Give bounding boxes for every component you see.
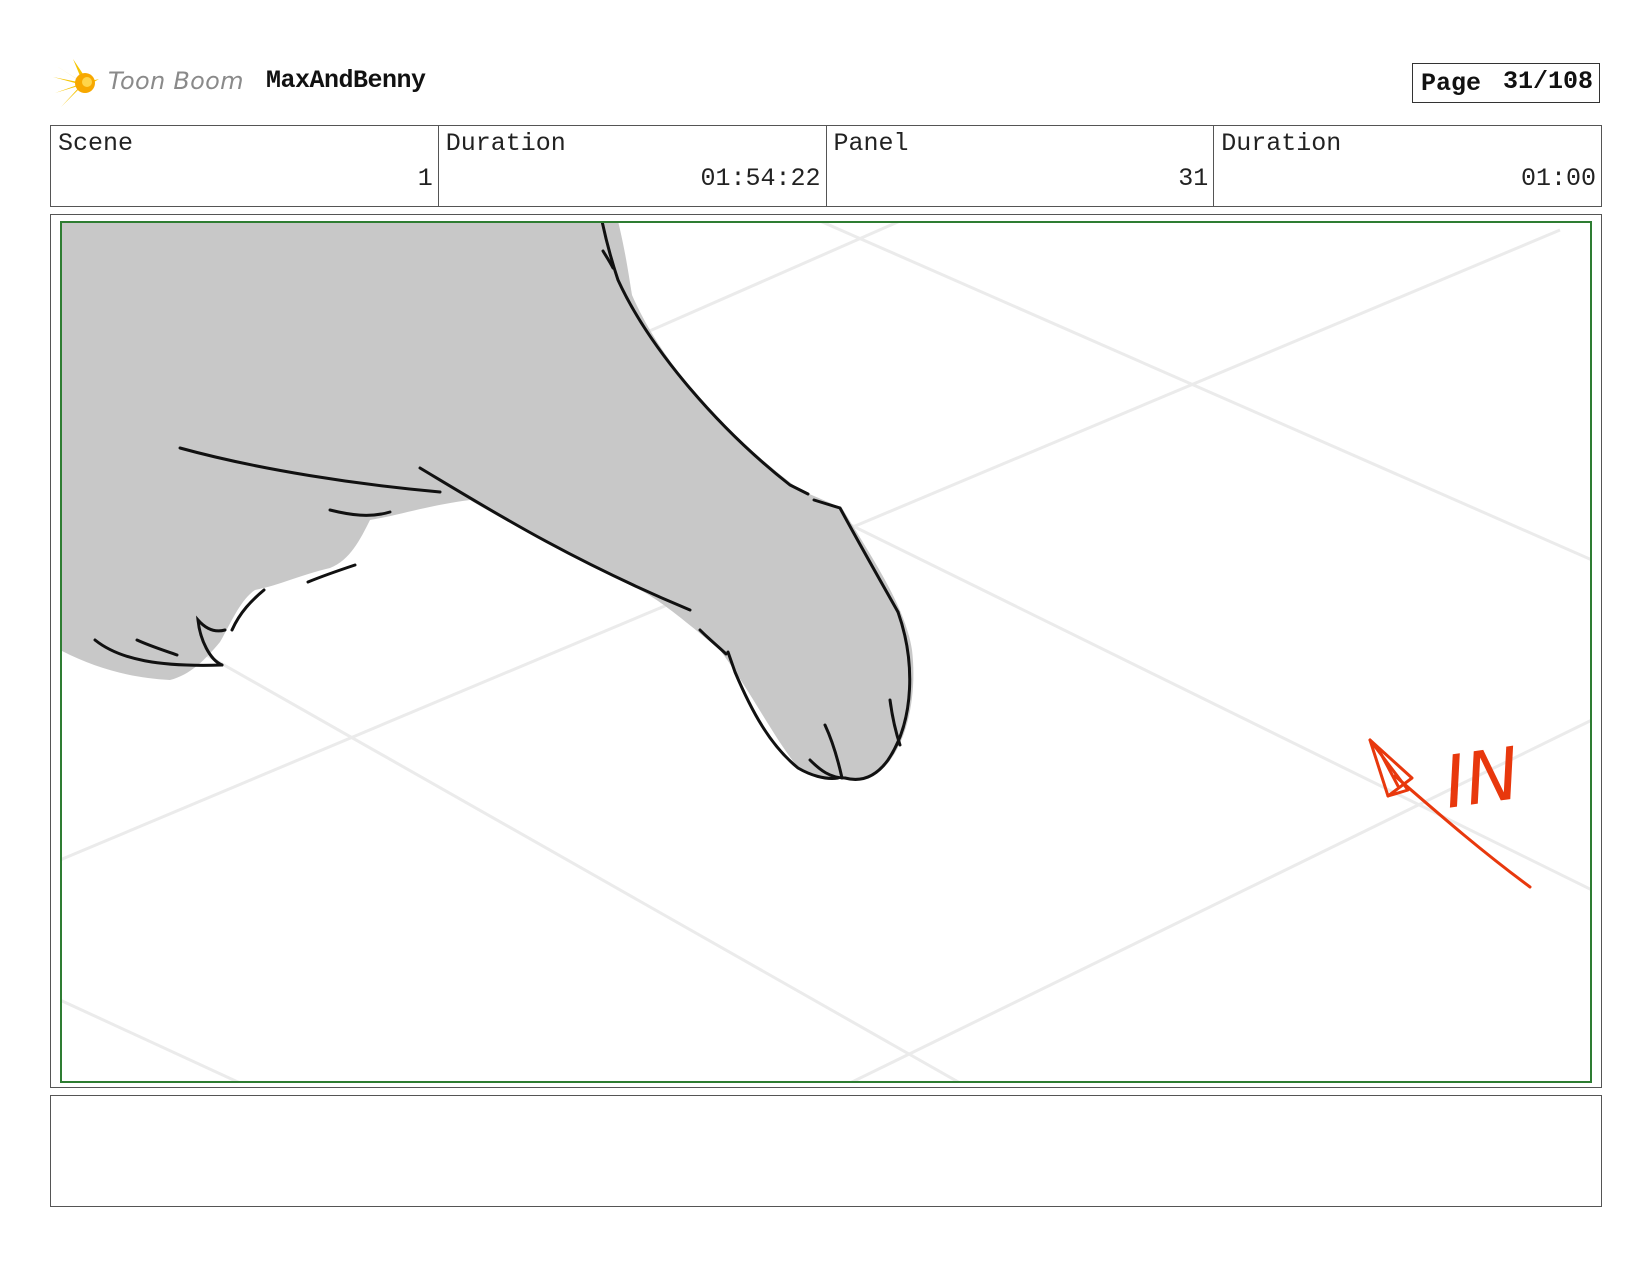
scene-duration-label: Duration [445, 129, 566, 158]
panel-sketch: IN [62, 223, 1590, 1081]
page-indicator: Page 31/108 [1412, 63, 1600, 103]
panel-notes [50, 1095, 1602, 1207]
scene-label: Scene [58, 129, 134, 158]
scene-duration-value: 01:54:22 [700, 164, 821, 193]
panel-duration-value: 01:00 [1520, 164, 1596, 193]
panel-value: 31 [1178, 164, 1209, 193]
panel-label: Panel [833, 129, 909, 158]
toon-boom-logo-icon [53, 59, 99, 107]
scene-duration-cell: Duration 01:54:22 [439, 126, 827, 206]
panel-duration-label: Duration [1221, 129, 1342, 158]
panel-duration-cell: Duration 01:00 [1214, 126, 1601, 206]
brand-name: Toon Boom [108, 67, 244, 95]
paw-fill [62, 223, 914, 780]
project-title: MaxAndBenny [266, 66, 426, 95]
scene-cell: Scene 1 [51, 126, 439, 206]
panel-drawing-area: IN [60, 221, 1592, 1083]
storyboard-header: Toon Boom MaxAndBenny Page 31/108 [50, 55, 1610, 115]
panel-cell: Panel 31 [827, 126, 1215, 206]
page-number: 31/108 [1502, 67, 1593, 96]
panel-info-table: Scene 1 Duration 01:54:22 Panel 31 Durat… [50, 125, 1602, 207]
page-label: Page [1421, 69, 1482, 98]
scene-value: 1 [417, 164, 433, 193]
camera-in-label: IN [1439, 731, 1525, 825]
